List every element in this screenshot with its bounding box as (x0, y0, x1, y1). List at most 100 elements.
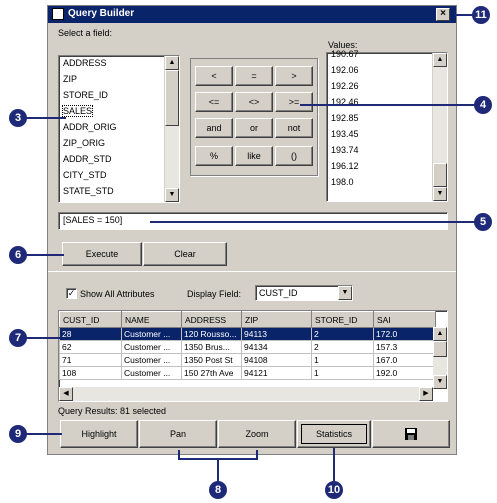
list-item[interactable]: STORE_ID (63, 90, 108, 100)
table-cell: 28 (59, 327, 122, 341)
select-field-label: Select a field: (58, 28, 113, 38)
table-row[interactable]: 28 Customer ... 120 Rousso... 94113 2 17… (59, 327, 436, 341)
scroll-down-icon[interactable]: ▼ (165, 188, 179, 202)
highlight-button[interactable]: Highlight (60, 420, 138, 448)
operator-lt-button[interactable]: < (195, 66, 233, 86)
column-header[interactable]: CUST_ID (59, 311, 122, 328)
table-row[interactable]: 62 Customer ... 1350 Brus... 94134 2 157… (59, 340, 436, 354)
table-hscroll[interactable]: ◀ ▶ (59, 387, 433, 401)
scroll-thumb[interactable] (433, 163, 447, 187)
table-cell: 94108 (241, 353, 312, 367)
callout-4: 4 (474, 96, 492, 114)
table-cell: 2 (311, 327, 374, 341)
scroll-left-icon[interactable]: ◀ (59, 387, 73, 401)
operator-parens-button[interactable]: () (275, 146, 313, 166)
list-item[interactable]: ZIP_ORIG (63, 138, 105, 148)
clear-button[interactable]: Clear (143, 242, 227, 266)
column-header[interactable]: ADDRESS (181, 311, 242, 328)
statistics-button[interactable]: Statistics (297, 420, 371, 448)
operator-eq-button[interactable]: = (235, 66, 273, 86)
table-cell: 108 (59, 366, 122, 380)
operator-like-button[interactable]: like (235, 146, 273, 166)
callout-11: 11 (472, 6, 490, 24)
operator-ne-button[interactable]: <> (235, 92, 273, 112)
column-header[interactable]: SAI (373, 311, 436, 328)
callout-leader (26, 254, 64, 256)
table-cell: 71 (59, 353, 122, 367)
operator-and-button[interactable]: and (195, 118, 233, 138)
callout-5: 5 (474, 213, 492, 231)
title-bar[interactable]: Query Builder × (48, 6, 456, 23)
list-item[interactable]: 198.0 (331, 177, 354, 187)
list-item[interactable]: ADDR_STD (63, 154, 112, 164)
scroll-down-icon[interactable]: ▼ (433, 375, 447, 389)
list-item[interactable]: CITY_STD (63, 170, 107, 180)
values-list[interactable]: 190.67 192.06 192.26 192.46 192.85 193.4… (326, 49, 448, 202)
operator-le-button[interactable]: <= (195, 92, 233, 112)
callout-9: 9 (9, 425, 27, 443)
divider (48, 271, 456, 272)
scroll-down-icon[interactable]: ▼ (433, 187, 447, 201)
table-row[interactable]: 108 Customer ... 150 27th Ave 94121 1 19… (59, 366, 436, 380)
operator-or-button[interactable]: or (235, 118, 273, 138)
list-item[interactable]: 192.85 (331, 113, 359, 123)
callout-leader (26, 433, 62, 435)
query-results-status: Query Results: 81 selected (58, 406, 167, 416)
save-icon (405, 428, 417, 440)
column-header[interactable]: ZIP (241, 311, 312, 328)
scroll-up-icon[interactable]: ▲ (433, 327, 447, 341)
operator-gt-button[interactable]: > (275, 66, 313, 86)
table-cell: 94113 (241, 327, 312, 341)
operator-ge-button[interactable]: >= (275, 92, 313, 112)
table-vscroll[interactable]: ▲ ▼ (433, 327, 447, 389)
callout-leader (455, 14, 473, 16)
zoom-button[interactable]: Zoom (218, 420, 296, 448)
table-cell: 94134 (241, 340, 312, 354)
callout-leader (333, 448, 335, 481)
display-field-label: Display Field: (187, 289, 242, 299)
operator-not-button[interactable]: not (275, 118, 313, 138)
callout-6: 6 (9, 246, 27, 264)
table-cell: Customer ... (121, 366, 182, 380)
results-table[interactable]: CUST_ID NAME ADDRESS ZIP STORE_ID SAI 28… (58, 310, 448, 402)
values-list-scrollbar[interactable]: ▲ ▼ (432, 53, 447, 201)
list-item[interactable]: 193.74 (331, 145, 359, 155)
pan-button[interactable]: Pan (139, 420, 217, 448)
save-button[interactable] (372, 420, 450, 448)
chevron-down-icon[interactable]: ▼ (338, 286, 352, 300)
field-list-scrollbar[interactable]: ▲ ▼ (164, 56, 179, 202)
callout-leader (150, 221, 475, 223)
operator-percent-button[interactable]: % (195, 146, 233, 166)
column-header[interactable]: STORE_ID (311, 311, 374, 328)
column-header[interactable]: NAME (121, 311, 182, 328)
scroll-thumb[interactable] (433, 341, 447, 357)
scroll-up-icon[interactable]: ▲ (433, 53, 447, 67)
show-all-attributes-checkbox[interactable]: ✓ (66, 288, 77, 299)
scroll-right-icon[interactable]: ▶ (419, 387, 433, 401)
list-item[interactable]: 190.67 (331, 49, 359, 59)
list-item[interactable]: 196.12 (331, 161, 359, 171)
callout-3: 3 (9, 109, 27, 127)
list-item[interactable]: STATE_STD (63, 186, 114, 200)
list-item[interactable]: ZIP (63, 74, 77, 84)
scroll-up-icon[interactable]: ▲ (165, 56, 179, 70)
scroll-thumb[interactable] (165, 70, 179, 126)
table-cell: 192.0 (373, 366, 436, 380)
list-item[interactable]: 193.45 (331, 129, 359, 139)
display-field-value: CUST_ID (259, 288, 298, 298)
execute-button[interactable]: Execute (62, 242, 142, 266)
table-cell: 167.0 (373, 353, 436, 367)
list-item[interactable]: ADDRESS (63, 58, 107, 68)
list-item[interactable]: 192.06 (331, 65, 359, 75)
table-cell: 1 (311, 366, 374, 380)
close-button[interactable]: × (436, 8, 450, 21)
callout-leader (256, 450, 258, 460)
display-field-select[interactable]: CUST_ID ▼ (255, 285, 353, 301)
list-item[interactable]: SALES (61, 105, 94, 117)
table-row[interactable]: 71 Customer ... 1350 Post St 94108 1 167… (59, 353, 436, 367)
show-all-attributes-label: Show All Attributes (80, 289, 155, 299)
list-item[interactable]: 192.26 (331, 81, 359, 91)
table-cell: 120 Rousso... (181, 327, 242, 341)
list-item[interactable]: ADDR_ORIG (63, 122, 117, 132)
field-list[interactable]: ADDRESS ZIP STORE_ID SALES ADDR_ORIG ZIP… (58, 55, 180, 203)
